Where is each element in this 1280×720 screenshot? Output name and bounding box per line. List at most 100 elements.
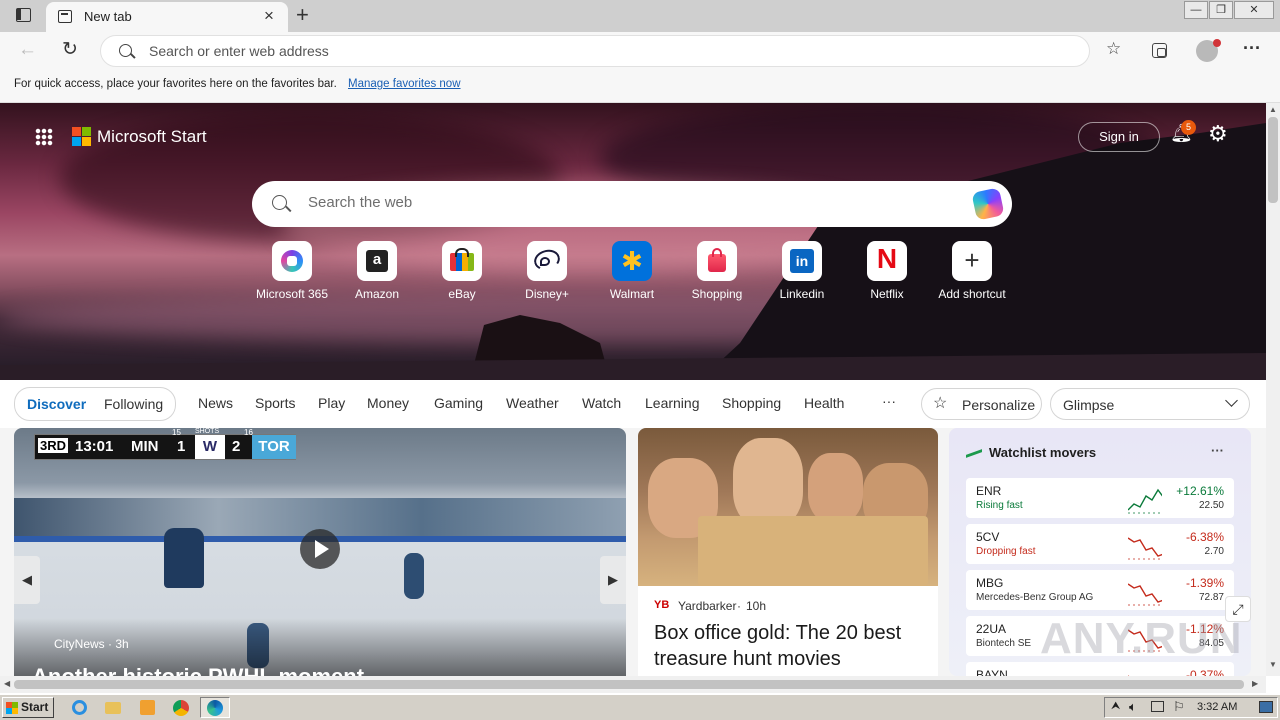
shortcut-amazon[interactable]: a Amazon	[337, 241, 417, 311]
new-tab-icon[interactable]: +	[296, 2, 309, 28]
nav-money[interactable]: Money	[367, 395, 409, 411]
nav-sports[interactable]: Sports	[255, 395, 295, 411]
restore-button[interactable]: ❐	[1209, 1, 1233, 19]
stock-subtitle: Rising fast	[976, 500, 1023, 511]
network-icon[interactable]	[1151, 701, 1164, 712]
favorites-icon[interactable]: ☆	[1106, 39, 1121, 59]
notification-badge: 5	[1181, 120, 1196, 135]
personalize-button[interactable]: ☆ Personalize	[921, 388, 1042, 420]
play-button[interactable]	[300, 529, 340, 569]
shortcut-label: Linkedin	[779, 287, 825, 301]
tray-expand-icon[interactable]: ⮝	[1111, 700, 1120, 713]
media-player-icon[interactable]	[134, 697, 160, 718]
shortcut-shopping[interactable]: Shopping	[677, 241, 757, 311]
gear-icon[interactable]: ⚙	[1208, 121, 1228, 147]
nav-gaming[interactable]: Gaming	[434, 395, 483, 411]
watermark: ANY.RUN	[1040, 614, 1243, 663]
ebay-icon	[442, 241, 482, 281]
tab-discover[interactable]: Discover	[27, 396, 86, 412]
ie-icon[interactable]	[66, 697, 92, 718]
layout-select[interactable]: Glimpse	[1050, 388, 1250, 420]
scroll-thumb[interactable]	[14, 680, 1244, 689]
show-desktop-icon[interactable]	[1259, 701, 1273, 713]
source-logo: YB	[654, 599, 670, 611]
address-input[interactable]	[149, 43, 1029, 59]
tab-new[interactable]: New tab ×	[46, 2, 288, 32]
article-headline[interactable]: Box office gold: The 20 best treasure hu…	[654, 620, 924, 672]
watchlist-menu-button[interactable]: ···	[1211, 443, 1224, 458]
shortcut-label: Disney+	[525, 287, 569, 301]
video-card[interactable]: 3RD 13:01 MIN 1 W 2 TOR 15 SHOTS 16 ◀ ▶ …	[14, 428, 626, 676]
address-bar[interactable]	[100, 35, 1090, 67]
card-headline[interactable]: Another historic PWHL moment	[32, 664, 364, 676]
more-categories-button[interactable]: ···	[882, 393, 896, 409]
manage-favorites-link[interactable]: Manage favorites now	[348, 78, 461, 90]
sign-in-button[interactable]: Sign in	[1078, 122, 1160, 152]
scroll-thumb[interactable]	[1268, 117, 1278, 203]
personalize-label: Personalize	[962, 397, 1036, 413]
chrome-icon[interactable]	[168, 697, 194, 718]
nav-news[interactable]: News	[198, 395, 233, 411]
settings-more-icon[interactable]: ···	[1243, 38, 1261, 59]
volume-icon[interactable]: 🔈︎	[1129, 699, 1137, 715]
stock-change: -0.37%	[1185, 668, 1224, 676]
watchlist-row[interactable]: BAYN -0.37%	[966, 662, 1234, 676]
copilot-icon[interactable]	[971, 187, 1005, 221]
nav-shopping[interactable]: Shopping	[722, 395, 781, 411]
minimize-button[interactable]: —	[1184, 1, 1208, 19]
profile-avatar[interactable]	[1196, 39, 1221, 62]
edge-taskbar-icon[interactable]	[200, 697, 230, 718]
team-away: MIN	[131, 438, 159, 455]
nav-learning[interactable]: Learning	[645, 395, 700, 411]
shopping-bag-icon	[697, 241, 737, 281]
stock-symbol: BAYN	[976, 668, 1008, 676]
feed-tab-group: Discover Following	[14, 387, 176, 421]
stock-change: -6.38%	[1185, 530, 1224, 544]
web-search-input[interactable]	[308, 194, 948, 211]
netflix-icon: N	[867, 241, 907, 281]
vertical-scrollbar[interactable]: ▲ ▼	[1266, 103, 1280, 676]
stock-price: 2.70	[1204, 546, 1224, 557]
shortcut-ebay[interactable]: eBay	[422, 241, 502, 311]
article-source: Yardbarker	[678, 599, 737, 613]
horizontal-scrollbar[interactable]: ◀ ▶	[0, 676, 1266, 693]
score-home: 2	[232, 438, 241, 455]
stock-change: -1.39%	[1185, 576, 1224, 590]
shortcut-disney-plus[interactable]: Disney+	[507, 241, 587, 311]
start-label: Start	[21, 700, 49, 714]
trend-icon	[966, 442, 982, 458]
watchlist-row[interactable]: MBG Mercedes-Benz Group AG -1.39% 72.87	[966, 570, 1234, 610]
nav-health[interactable]: Health	[804, 395, 844, 411]
carousel-prev-button[interactable]: ◀	[14, 556, 40, 604]
watchlist-row[interactable]: ENR Rising fast +12.61% 22.50	[966, 478, 1234, 518]
linkedin-icon: in	[782, 241, 822, 281]
shortcut-label: Amazon	[354, 287, 400, 301]
web-search-box[interactable]	[252, 181, 1012, 227]
nav-play[interactable]: Play	[318, 395, 345, 411]
back-icon[interactable]: ←	[18, 39, 37, 61]
app-launcher-icon[interactable]	[35, 128, 53, 146]
tab-actions-icon[interactable]	[16, 8, 31, 22]
shortcut-linkedin[interactable]: in Linkedin	[762, 241, 842, 311]
watchlist-row[interactable]: 5CV Dropping fast -6.38% 2.70	[966, 524, 1234, 564]
game-clock: 13:01	[75, 438, 114, 455]
shortcut-walmart[interactable]: ✱ Walmart	[592, 241, 672, 311]
close-tab-icon[interactable]: ×	[264, 6, 274, 26]
collections-icon[interactable]	[1152, 43, 1167, 58]
stock-subtitle: Mercedes-Benz Group AG	[976, 592, 1094, 603]
carousel-next-button[interactable]: ▶	[600, 556, 626, 604]
article-card[interactable]: YB Yardbarker · 10h Box office gold: The…	[638, 428, 938, 676]
tab-following[interactable]: Following	[104, 396, 163, 412]
tab-title: New tab	[84, 9, 132, 24]
start-button[interactable]: Start	[2, 697, 54, 718]
shortcut-microsoft-365[interactable]: Microsoft 365	[252, 241, 332, 311]
league-logo: W	[195, 435, 225, 459]
close-window-button[interactable]: ✕	[1234, 1, 1274, 19]
nav-weather[interactable]: Weather	[506, 395, 559, 411]
shortcut-netflix[interactable]: N Netflix	[847, 241, 927, 311]
nav-watch[interactable]: Watch	[582, 395, 621, 411]
folder-icon[interactable]	[100, 697, 126, 718]
refresh-icon[interactable]: ↻	[62, 38, 78, 61]
flag-icon[interactable]: ⚐	[1173, 699, 1185, 715]
add-shortcut-button[interactable]: + Add shortcut	[932, 241, 1012, 311]
